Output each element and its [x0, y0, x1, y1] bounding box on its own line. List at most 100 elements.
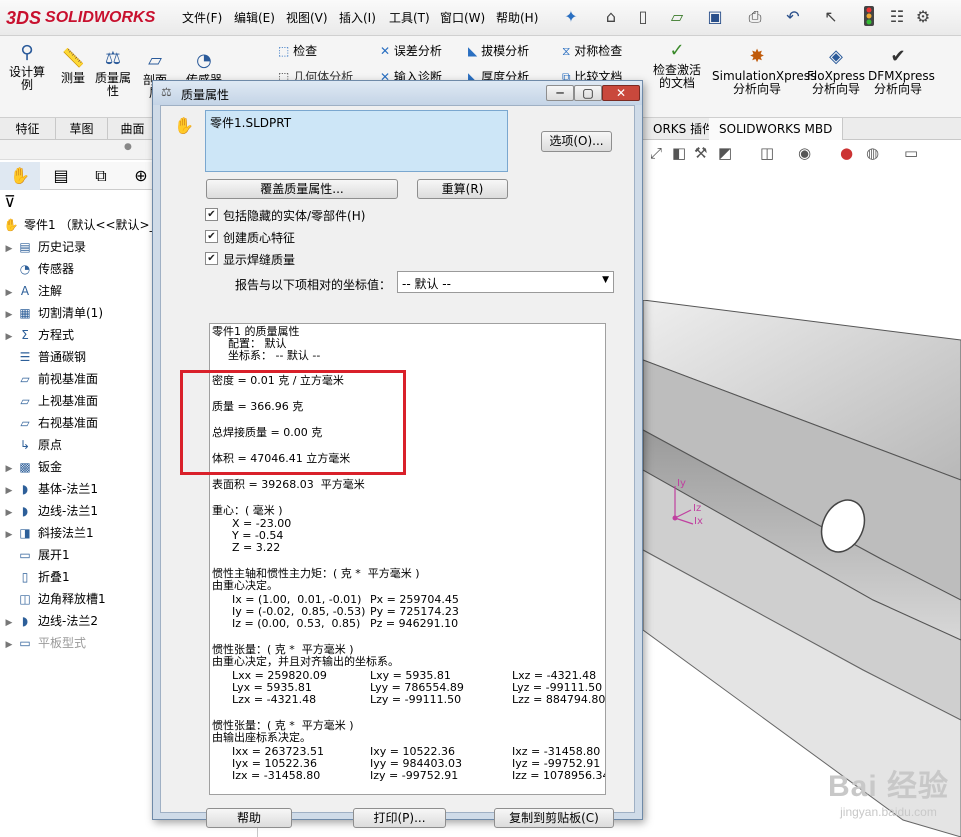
print-icon[interactable]: ⎙ — [744, 6, 766, 28]
tree-item[interactable]: ▶ ▦ 切割清单(1) — [2, 302, 103, 324]
tree-item[interactable]: ▶ A 注解 — [2, 280, 62, 302]
include-hidden-checkbox[interactable]: ✔ — [205, 208, 218, 221]
symmetry-check-button[interactable]: ⧖ 对称检查 — [562, 42, 622, 59]
tree-item[interactable]: ▶ ◨ 斜接法兰1 — [2, 522, 94, 544]
copy-to-clipboard-button[interactable]: 复制到剪贴板(C) — [494, 808, 614, 828]
expand-arrow-icon[interactable]: ▶ — [2, 326, 16, 348]
selected-items-box[interactable]: 零件1.SLDPRT — [205, 110, 508, 172]
filter-icon[interactable]: ⊽ — [4, 192, 16, 211]
tree-item[interactable]: ▯ 折叠1 — [2, 566, 70, 588]
config-manager-tab-icon[interactable]: ⧉ — [82, 162, 120, 190]
select-icon[interactable]: ↖ — [820, 6, 842, 28]
menu-tools[interactable]: 工具(T) — [389, 9, 430, 26]
part-model[interactable] — [643, 300, 961, 837]
result-surface-area: 表面积 = 39268.03 平方毫米 — [212, 478, 365, 491]
home-icon[interactable]: ⌂ — [600, 6, 622, 28]
show-weld-checkbox[interactable]: ✔ — [205, 252, 218, 265]
tree-item[interactable]: ▭ 展开1 — [2, 544, 69, 566]
gear-icon[interactable]: ⚙ — [912, 6, 934, 28]
tree-root[interactable]: ✋ 零件1 （默认<<默认>_显 — [2, 214, 168, 236]
dfmxpress-button[interactable]: ✔ DFMXpress 分析向导 — [868, 46, 935, 96]
check-active-document-button[interactable]: ✓ 检查激活 的文档 — [648, 40, 706, 90]
expand-arrow-icon[interactable]: ▶ — [2, 634, 16, 656]
symmetry-icon: ⧖ — [562, 44, 571, 58]
override-mass-button[interactable]: 覆盖质量属性... — [206, 179, 398, 199]
section-view-icon[interactable]: ◧ — [672, 144, 686, 162]
simulationxpress-button[interactable]: ✸ SimulationXpress 分析向导 — [712, 46, 816, 96]
tree-item[interactable]: ▶ Σ 方程式 — [2, 324, 74, 346]
property-manager-tab-icon[interactable]: ▤ — [42, 162, 80, 190]
tree-item[interactable]: ▱ 右视基准面 — [2, 412, 98, 434]
tree-item[interactable]: ▱ 前视基准面 — [2, 368, 98, 390]
mass-properties-button[interactable]: ⚖ 质量属 性 — [92, 48, 134, 98]
menu-insert[interactable]: 插入(I) — [339, 9, 376, 26]
menu-edit[interactable]: 编辑(E) — [234, 9, 275, 26]
coordinate-select[interactable]: -- 默认 -- ▼ — [397, 271, 614, 293]
traffic-light-icon[interactable] — [858, 6, 880, 28]
check-button[interactable]: ⬚ 检查 — [278, 42, 317, 59]
measure-button[interactable]: 📏 测量 — [56, 48, 90, 85]
tree-item[interactable]: ▶ ◗ 边线-法兰1 — [2, 500, 98, 522]
menu-window[interactable]: 窗口(W) — [440, 9, 485, 26]
help-button[interactable]: 帮助 — [206, 808, 292, 828]
tree-item[interactable]: ▶ ▤ 历史记录 — [2, 236, 86, 258]
design-study-button[interactable]: ⚲ 设计算 例 — [4, 42, 50, 92]
deviation-label: 误差分析 — [393, 44, 442, 58]
tree-item[interactable]: ▶ ◗ 边线-法兰2 — [2, 610, 98, 632]
save-icon[interactable]: ▣ — [704, 6, 726, 28]
expand-arrow-icon[interactable]: ▶ — [2, 502, 16, 524]
expand-arrow-icon[interactable]: ▶ — [2, 282, 16, 304]
close-button[interactable]: ✕ — [602, 85, 640, 101]
menu-file[interactable]: 文件(F) — [182, 9, 222, 26]
tensor-com-sub: 由重心决定，并且对齐输出的坐标系。 — [212, 655, 399, 668]
zoom-fit-icon[interactable]: ⤢ — [650, 144, 662, 162]
tab-mbd[interactable]: SOLIDWORKS MBD — [709, 118, 844, 140]
expand-arrow-icon[interactable]: ▶ — [2, 480, 16, 502]
options-list-icon[interactable]: ☷ — [886, 6, 908, 28]
dialog-titlebar[interactable]: ⚖ 质量属性 ─ ▢ ✕ — [153, 81, 642, 105]
deviation-analysis-button[interactable]: ✕ 误差分析 — [380, 42, 442, 59]
mass-properties-label: 质量属 性 — [94, 71, 131, 98]
floxpress-button[interactable]: ◈ FloXpress 分析向导 — [806, 46, 866, 96]
tree-item[interactable]: ▶ ▭ 平板型式 — [2, 632, 86, 654]
splitter-handle-icon[interactable]: ● — [124, 142, 132, 152]
tree-item[interactable]: ◔ 传感器 — [2, 258, 74, 280]
tree-item[interactable]: ☰ 普通碳钢 — [2, 346, 86, 368]
expand-arrow-icon[interactable]: ▶ — [2, 612, 16, 634]
display-monitor-icon[interactable]: ▭ — [904, 144, 918, 162]
menu-view[interactable]: 视图(V) — [286, 9, 328, 26]
hide-show-icon[interactable]: ◉ — [798, 144, 811, 162]
display-style-icon[interactable]: ◩ — [718, 144, 732, 162]
scene-icon[interactable]: ◍ — [866, 144, 879, 162]
tree-item[interactable]: ↳ 原点 — [2, 434, 62, 456]
tree-item[interactable]: ▱ 上视基准面 — [2, 390, 98, 412]
minimize-button[interactable]: ─ — [546, 85, 574, 101]
dynamic-annotation-icon[interactable]: ⚒ — [694, 144, 707, 162]
expand-arrow-icon[interactable]: ▶ — [2, 238, 16, 260]
open-file-icon[interactable]: ▱ — [666, 6, 688, 28]
chevron-down-icon: ▼ — [602, 275, 609, 285]
view-orientation-icon[interactable]: ◫ — [760, 144, 774, 162]
new-file-icon[interactable]: ▯ — [632, 6, 654, 28]
tree-item[interactable]: ▶ ◗ 基体-法兰1 — [2, 478, 98, 500]
appearance-icon[interactable]: ● — [840, 144, 853, 162]
recalculate-button[interactable]: 重算(R) — [417, 179, 508, 199]
tree-item[interactable]: ◫ 边角释放槽1 — [2, 588, 105, 610]
options-button[interactable]: 选项(O)... — [541, 131, 612, 152]
undo-icon[interactable]: ↶ — [782, 6, 804, 28]
tree-item-label: 历史记录 — [38, 240, 87, 254]
menu-help[interactable]: 帮助(H) — [496, 9, 538, 26]
tab-features[interactable]: 特征 — [0, 118, 56, 140]
expand-arrow-icon[interactable]: ▶ — [2, 458, 16, 480]
maximize-button[interactable]: ▢ — [574, 85, 602, 101]
print-button[interactable]: 打印(P)... — [353, 808, 446, 828]
create-com-checkbox[interactable]: ✔ — [205, 230, 218, 243]
expand-arrow-icon[interactable]: ▶ — [2, 524, 16, 546]
expand-arrow-icon[interactable]: ▶ — [2, 304, 16, 326]
tab-sketch[interactable]: 草图 — [56, 118, 108, 140]
feature-tree-tab-icon[interactable]: ✋ — [0, 162, 40, 190]
pin-icon[interactable]: ✦ — [560, 6, 582, 28]
tab-surfaces[interactable]: 曲面 — [108, 118, 158, 140]
tree-item[interactable]: ▶ ▩ 钣金 — [2, 456, 62, 478]
draft-analysis-button[interactable]: ◣ 拔模分析 — [468, 42, 529, 59]
